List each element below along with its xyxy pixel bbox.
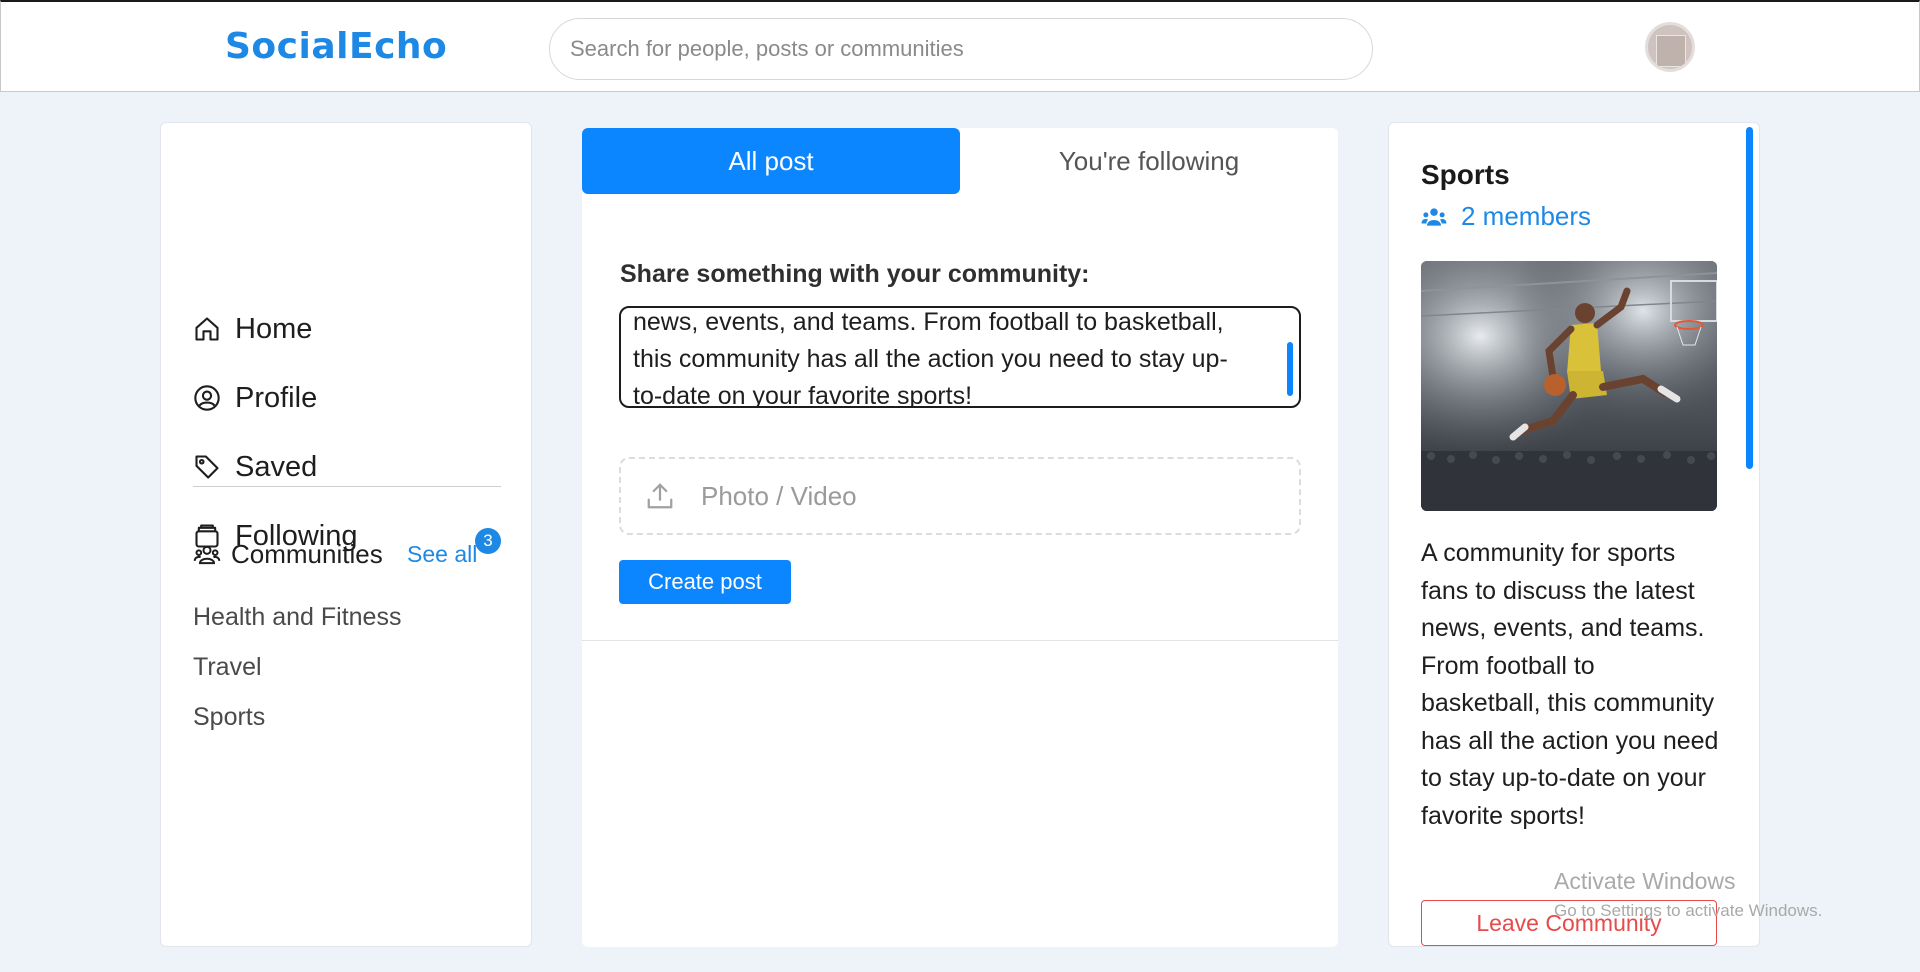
- left-sidebar: Home Profile Saved Following Communities…: [160, 122, 532, 947]
- photo-video-upload[interactable]: Photo / Video: [619, 457, 1301, 535]
- home-icon: [193, 314, 223, 344]
- share-prompt-label: Share something with your community:: [620, 260, 1090, 288]
- community-link-health[interactable]: Health and Fitness: [193, 603, 401, 632]
- users-icon: [193, 540, 223, 570]
- panel-scrollbar[interactable]: [1746, 127, 1753, 469]
- members-count: 2 members: [1461, 201, 1592, 231]
- textarea-scrollbar[interactable]: [1287, 342, 1293, 396]
- users-icon: [1421, 203, 1449, 231]
- app-logo[interactable]: SocialEcho: [225, 26, 447, 67]
- sidebar-divider: [193, 486, 501, 487]
- communities-count-badge: 3: [475, 528, 501, 554]
- see-all-link[interactable]: See all: [407, 541, 477, 568]
- sidebar-item-home[interactable]: Home: [193, 309, 312, 349]
- community-banner-image: [1421, 261, 1717, 511]
- sidebar-item-label: Profile: [235, 381, 318, 414]
- sidebar-item-label: Saved: [235, 450, 318, 483]
- user-avatar[interactable]: [1645, 22, 1695, 72]
- tab-following[interactable]: You're following: [960, 128, 1338, 194]
- sidebar-item-saved[interactable]: Saved: [193, 447, 317, 487]
- tag-icon: [193, 452, 223, 482]
- upload-icon: [645, 481, 675, 511]
- upload-label: Photo / Video: [701, 480, 857, 511]
- sidebar-item-profile[interactable]: Profile: [193, 378, 317, 418]
- community-description: A community for sports fans to discuss t…: [1421, 539, 1719, 830]
- post-textarea[interactable]: news, events, and teams. From football t…: [619, 306, 1301, 408]
- community-link-sports[interactable]: Sports: [193, 703, 265, 732]
- create-post-button[interactable]: Create post: [619, 560, 791, 604]
- community-members[interactable]: 2 members: [1421, 201, 1591, 232]
- top-header: SocialEcho: [0, 0, 1920, 92]
- post-textarea-content[interactable]: news, events, and teams. From football t…: [633, 308, 1273, 406]
- community-title: Sports: [1421, 159, 1510, 190]
- feed-divider: [582, 640, 1338, 641]
- leave-community-button[interactable]: Leave Community: [1421, 900, 1717, 946]
- feed-panel: All post You're following Share somethin…: [582, 128, 1338, 947]
- community-info-panel: Sports 2 members A community for sports …: [1388, 122, 1760, 947]
- user-circle-icon: [193, 383, 223, 413]
- sidebar-item-label: Home: [235, 312, 313, 345]
- search-input[interactable]: [549, 18, 1373, 80]
- communities-heading: Communities: [193, 539, 383, 570]
- communities-label: Communities: [231, 539, 383, 569]
- tab-all-post[interactable]: All post: [582, 128, 960, 194]
- community-link-travel[interactable]: Travel: [193, 653, 262, 682]
